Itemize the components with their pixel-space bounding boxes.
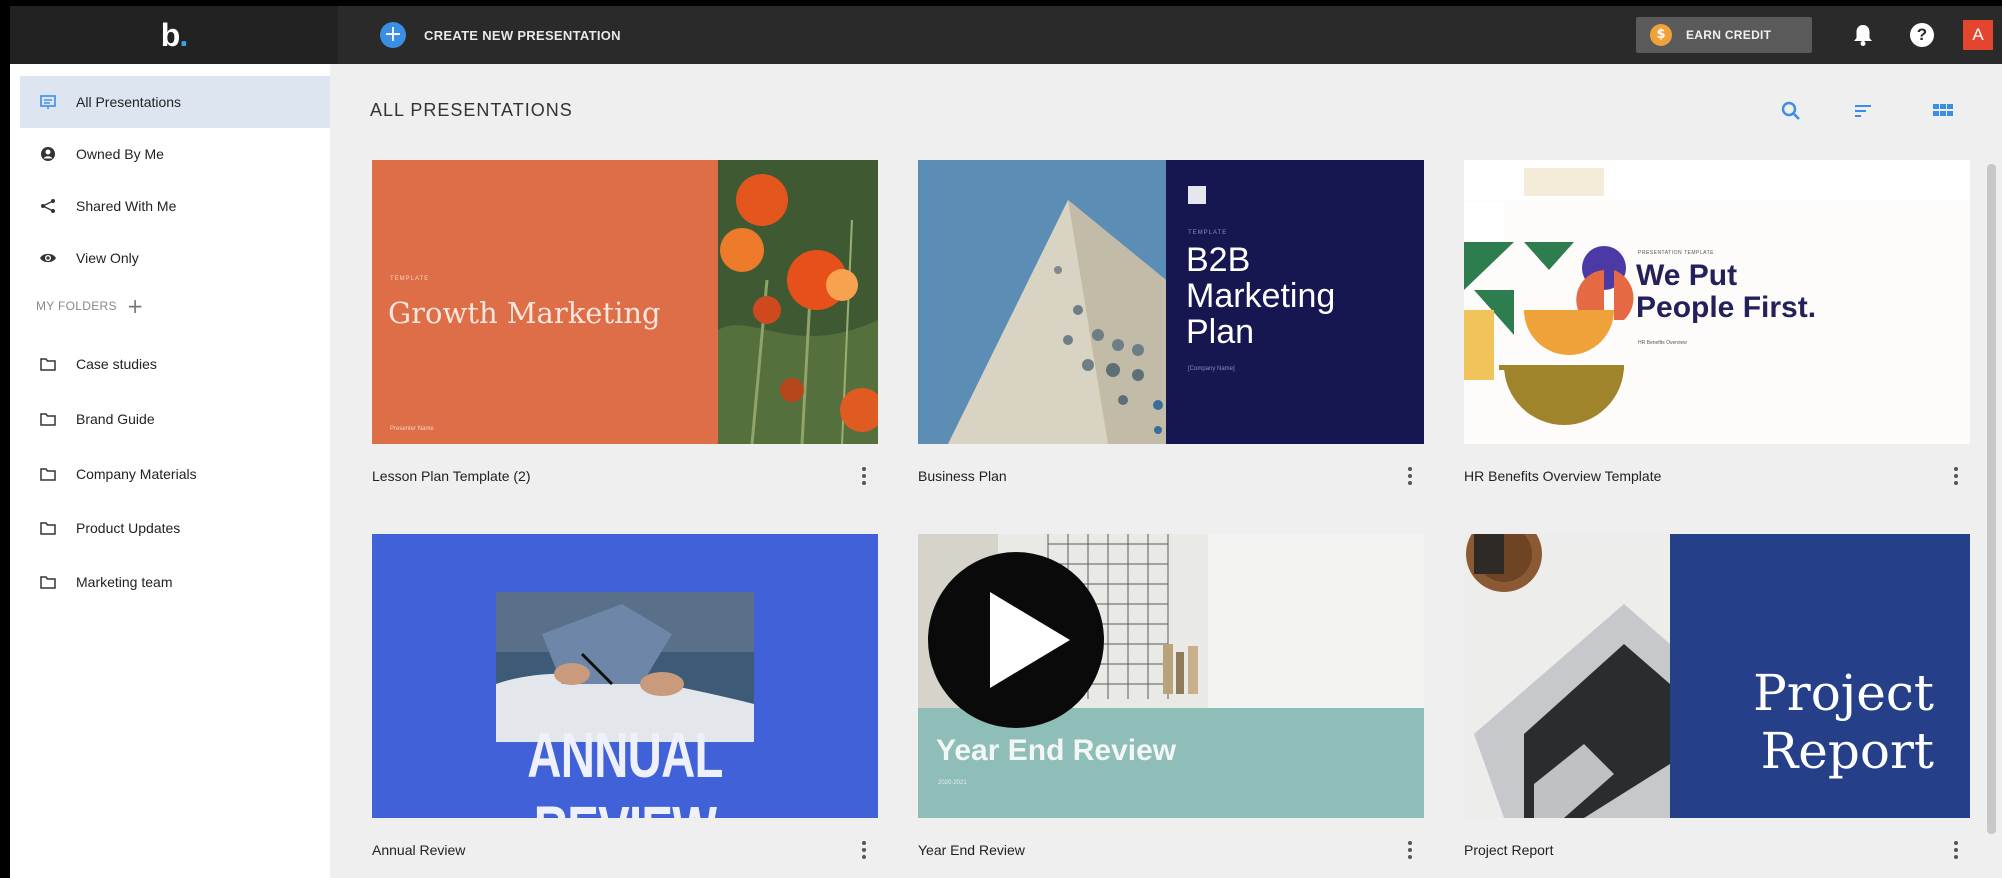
plus-circle-icon: + <box>380 22 406 48</box>
slide-title-line: Marketing <box>1186 277 1336 315</box>
folder-label: Case studies <box>76 356 157 372</box>
folder-icon <box>36 407 60 431</box>
more-options-icon[interactable] <box>856 838 872 862</box>
logo[interactable]: b. <box>10 6 338 64</box>
sidebar-item-view-only[interactable]: View Only <box>20 232 330 284</box>
presentation-thumbnail[interactable]: PRESENTATION TEMPLATE We Put People Firs… <box>1464 160 1970 444</box>
avatar[interactable]: A <box>1963 20 1993 50</box>
slide-title-line: Project <box>1753 664 1934 722</box>
add-folder-icon[interactable]: + <box>127 296 144 316</box>
more-options-icon[interactable] <box>1402 838 1418 862</box>
my-folders-label: MY FOLDERS <box>36 299 117 313</box>
slide-title-line: Plan <box>1186 313 1255 351</box>
logo-dot: . <box>179 16 188 53</box>
folder-item[interactable]: Brand Guide <box>20 393 330 445</box>
bell-icon[interactable] <box>1852 23 1874 47</box>
slide-footer: Presenter Name <box>390 426 434 432</box>
presentation-title[interactable]: Year End Review <box>918 842 1025 858</box>
scrollbar[interactable] <box>1987 164 1996 834</box>
slide-kicker: TEMPLATE <box>1188 230 1228 236</box>
presentation-icon <box>36 90 60 114</box>
help-icon[interactable]: ? <box>1910 23 1934 47</box>
page-title: ALL PRESENTATIONS <box>370 100 573 120</box>
presentation-title[interactable]: Business Plan <box>918 468 1007 484</box>
more-options-icon[interactable] <box>1402 464 1418 488</box>
slide-title-line: Report <box>1760 722 1934 780</box>
more-options-icon[interactable] <box>1948 838 1964 862</box>
folder-item[interactable]: Company Materials <box>20 448 330 500</box>
earn-credit-label: EARN CREDIT <box>1686 28 1772 42</box>
play-icon <box>990 592 1070 688</box>
more-options-icon[interactable] <box>1948 464 1964 488</box>
presentation-title[interactable]: Lesson Plan Template (2) <box>372 468 531 484</box>
presentation-title[interactable]: Annual Review <box>372 842 465 858</box>
more-options-icon[interactable] <box>856 464 872 488</box>
folder-label: Marketing team <box>76 574 173 590</box>
folder-item[interactable]: Marketing team <box>20 556 330 608</box>
sidebar-item-all-presentations[interactable]: All Presentations <box>20 76 330 128</box>
folder-item[interactable]: Product Updates <box>20 502 330 554</box>
eye-icon <box>36 246 60 270</box>
folder-label: Brand Guide <box>76 411 155 427</box>
slide-title-line: People First. <box>1636 291 1817 324</box>
grid-view-icon[interactable] <box>1930 98 1956 124</box>
slide-title: Growth Marketing <box>388 296 661 330</box>
slide-title: ANNUAL REVIEW <box>527 719 723 818</box>
sidebar-item-label: View Only <box>76 250 139 266</box>
presentation-thumbnail[interactable]: TEMPLATE B2B Marketing Plan [Company Nam… <box>918 160 1424 444</box>
presentation-thumbnail[interactable]: TEMPLATE Growth Marketing Presenter Name <box>372 160 878 444</box>
sidebar-item-label: Shared With Me <box>76 198 177 214</box>
folder-icon <box>36 570 60 594</box>
sidebar-item-shared-with-me[interactable]: Shared With Me <box>20 180 330 232</box>
folder-icon <box>36 352 60 376</box>
sidebar-item-label: Owned By Me <box>76 146 164 162</box>
folder-icon <box>36 516 60 540</box>
folder-label: Product Updates <box>76 520 181 536</box>
slide-title-line: We Put <box>1636 259 1738 292</box>
slide-subtitle: 2020-2021 <box>938 780 967 786</box>
create-new-presentation-button[interactable]: + CREATE NEW PRESENTATION <box>380 20 621 50</box>
main-content: ALL PRESENTATIONS TEMPLATE Growth Market… <box>330 64 2002 878</box>
folder-icon <box>36 462 60 486</box>
slide-kicker: PRESENTATION TEMPLATE <box>1638 250 1714 256</box>
create-button-label: CREATE NEW PRESENTATION <box>424 27 621 43</box>
presentation-title[interactable]: Project Report <box>1464 842 1553 858</box>
top-bar: b. + CREATE NEW PRESENTATION $ EARN CRED… <box>10 6 2002 64</box>
coin-icon: $ <box>1650 24 1672 46</box>
presentation-title[interactable]: HR Benefits Overview Template <box>1464 468 1661 484</box>
share-icon <box>36 194 60 218</box>
my-folders-header: MY FOLDERS + <box>36 296 144 316</box>
earn-credit-button[interactable]: $ EARN CREDIT <box>1636 17 1812 53</box>
search-icon[interactable] <box>1778 98 1804 124</box>
logo-text: b <box>160 16 181 53</box>
sort-icon[interactable] <box>1850 98 1876 124</box>
sidebar-item-owned-by-me[interactable]: Owned By Me <box>20 128 330 180</box>
slide-subtitle: HR Benefits Overview <box>1638 340 1687 346</box>
sidebar-item-label: All Presentations <box>76 94 182 110</box>
presentation-thumbnail[interactable]: Project Report <box>1464 534 1970 818</box>
user-circle-icon <box>36 142 60 166</box>
slide-title: Year End Review <box>936 734 1177 767</box>
presentation-thumbnail[interactable]: Year End Review 2020-2021 <box>918 534 1424 818</box>
presentation-thumbnail[interactable]: ANNUAL REVIEW <box>372 534 878 818</box>
folder-label: Company Materials <box>76 466 197 482</box>
play-video-button[interactable] <box>928 552 1104 728</box>
slide-kicker: TEMPLATE <box>390 276 430 282</box>
slide-title-line: B2B <box>1186 241 1251 279</box>
sidebar: All Presentations Owned By Me Shared Wit… <box>10 64 330 878</box>
folder-item[interactable]: Case studies <box>20 338 330 390</box>
slide-subtitle: [Company Name] <box>1188 366 1235 372</box>
